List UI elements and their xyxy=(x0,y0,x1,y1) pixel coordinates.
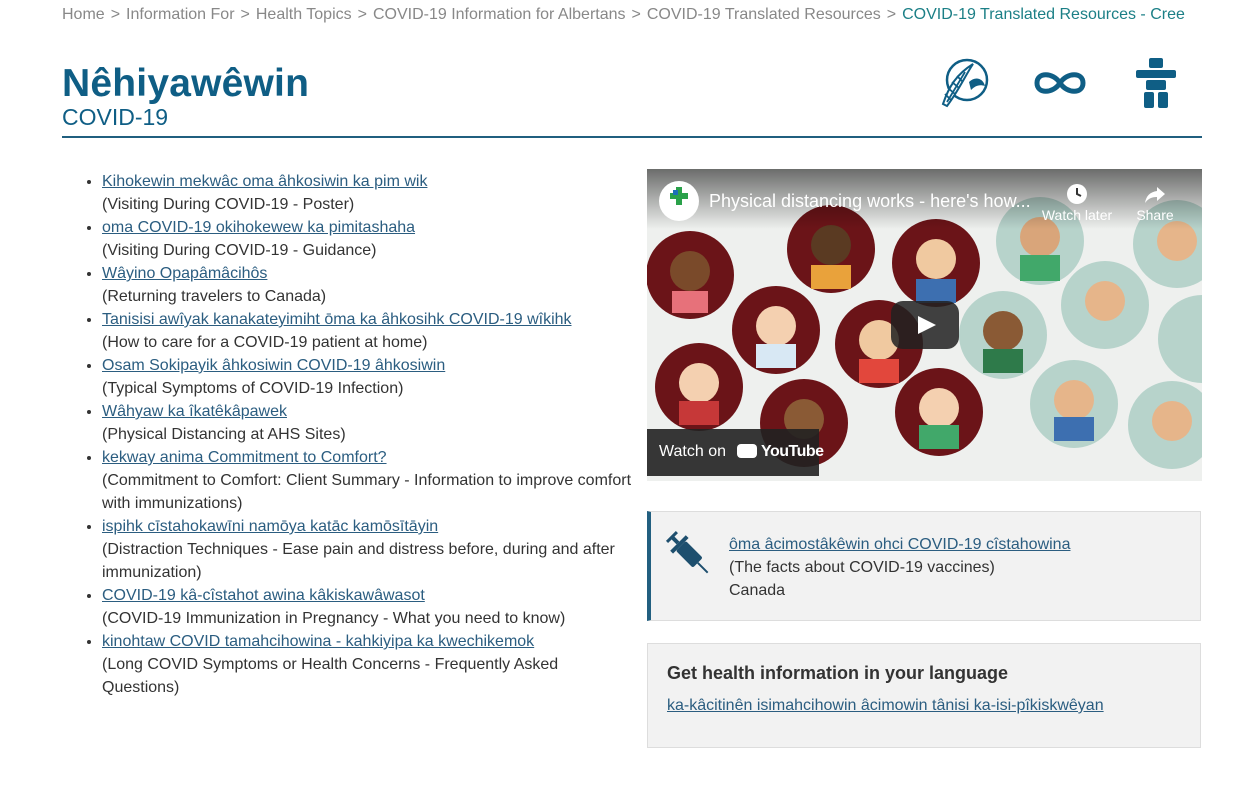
syringe-icon xyxy=(665,530,709,574)
breadcrumb-covid-info[interactable]: COVID-19 Information for Albertans xyxy=(373,6,626,23)
vaccine-facts-note: Canada xyxy=(729,582,786,599)
play-button[interactable] xyxy=(891,301,959,349)
breadcrumb-separator: > xyxy=(886,6,897,23)
eagle-feather-icon xyxy=(935,56,991,117)
resource-description: (Returning travelers to Canada) xyxy=(102,288,327,305)
page-title: Nêhiyawêwin xyxy=(62,62,310,105)
resource-link[interactable]: kinohtaw COVID tamahcihowina - kahkiyipa… xyxy=(102,633,534,650)
youtube-wordmark: YouTube xyxy=(761,443,824,460)
breadcrumb-separator: > xyxy=(631,6,641,23)
resource-link[interactable]: Wâyino Opapâmâcihôs xyxy=(102,265,267,282)
title-divider xyxy=(62,136,1202,138)
list-item: Osam Sokipayik âhkosiwin COVID-19 âhkosi… xyxy=(102,354,632,400)
list-item: COVID-19 kâ-cîstahot awina kâkiskawâwaso… xyxy=(102,584,632,630)
list-item: oma COVID-19 okihokewew ka pimitashaha (V… xyxy=(102,216,632,262)
youtube-logo-icon xyxy=(737,444,757,458)
list-item: ispihk cīstahokawīni namōya katāc kamōsī… xyxy=(102,515,632,584)
resource-description: (Commitment to Comfort: Client Summary -… xyxy=(102,472,632,512)
breadcrumb-separator: > xyxy=(240,6,250,23)
clock-icon xyxy=(1067,184,1087,204)
resource-description: (Distraction Techniques - Ease pain and … xyxy=(102,541,615,581)
language-info-box: Get health information in your language … xyxy=(647,643,1201,748)
breadcrumb-translated-resources[interactable]: COVID-19 Translated Resources xyxy=(647,6,881,23)
breadcrumb-home[interactable]: Home xyxy=(62,6,105,23)
resource-description: (Visiting During COVID-19 - Poster) xyxy=(102,196,355,213)
resource-link[interactable]: Wâhyaw ka îkatêkâpawek xyxy=(102,403,287,420)
vaccine-facts-description: (The facts about COVID-19 vaccines) xyxy=(729,559,995,576)
video-player[interactable]: Physical distancing works - here's how..… xyxy=(647,169,1202,481)
resource-description: (Physical Distancing at AHS Sites) xyxy=(102,426,346,443)
breadcrumb-separator: > xyxy=(110,6,121,23)
share-label: Share xyxy=(1136,207,1174,223)
watch-later-label: Watch later xyxy=(1041,207,1113,223)
breadcrumb-health-topics[interactable]: Health Topics xyxy=(256,6,352,23)
resource-link[interactable]: oma COVID-19 okihokewew ka pimitashaha xyxy=(102,219,415,236)
language-box-heading: Get health information in your language xyxy=(667,663,1009,683)
resource-link[interactable]: ispihk cīstahokawīni namōya katāc kamōsī… xyxy=(102,518,438,535)
list-item: kinohtaw COVID tamahcihowina - kahkiyipa… xyxy=(102,630,632,699)
list-item: Wâhyaw ka îkatêkâpawek (Physical Distanci… xyxy=(102,400,632,446)
list-item: kekway anima Commitment to Comfort? (Comm… xyxy=(102,446,632,515)
resource-link[interactable]: Osam Sokipayik âhkosiwin COVID-19 âhkosi… xyxy=(102,357,445,374)
resource-description: (Typical Symptoms of COVID-19 Infection) xyxy=(102,380,404,397)
list-item: Kihokewin mekwâc oma âhkosiwin ka pim wi… xyxy=(102,170,632,216)
resource-description: (COVID-19 Immunization in Pregnancy - Wh… xyxy=(102,610,566,627)
share-icon xyxy=(1145,187,1165,203)
resource-description: (Long COVID Symptoms or Health Concerns … xyxy=(102,656,559,696)
watch-on-label: Watch on xyxy=(659,443,726,460)
resource-description: (How to care for a COVID-19 patient at h… xyxy=(102,334,428,351)
breadcrumb-information-for[interactable]: Information For xyxy=(126,6,234,23)
vaccine-facts-link[interactable]: ôma âcimostâkêwin ohci COVID-19 cîstahow… xyxy=(729,536,1070,553)
resource-description: (Visiting During COVID-19 - Guidance) xyxy=(102,242,377,259)
channel-logo[interactable] xyxy=(659,181,699,221)
resource-link[interactable]: kekway anima Commitment to Comfort? xyxy=(102,449,387,466)
vaccine-callout: ôma âcimostâkêwin ohci COVID-19 cîstahow… xyxy=(647,511,1201,621)
resource-list: Kihokewin mekwâc oma âhkosiwin ka pim wi… xyxy=(62,170,632,699)
list-item: Tanisisi awîyak kanakateyimiht ōma ka âh… xyxy=(102,308,632,354)
video-title[interactable]: Physical distancing works - here's how..… xyxy=(709,191,1031,212)
infinity-icon xyxy=(1033,64,1087,107)
breadcrumb: Home > Information For > Health Topics > COVID… xyxy=(62,6,1185,24)
breadcrumb-separator: > xyxy=(357,6,367,23)
resource-link[interactable]: COVID-19 kâ-cîstahot awina kâkiskawâwaso… xyxy=(102,587,425,604)
share-button[interactable]: Share xyxy=(1135,183,1175,223)
language-box-link[interactable]: ka-kâcitinên isimahcihowin âcimowin tâni… xyxy=(667,697,1104,715)
inukshuk-icon xyxy=(1134,56,1178,113)
watch-on-youtube-button[interactable]: Watch on YouTube xyxy=(647,429,824,476)
breadcrumb-current: COVID-19 Translated Resources - Cree xyxy=(902,6,1185,23)
page-subtitle: COVID-19 xyxy=(62,104,169,130)
list-item: Wâyino Opapâmâcihôs (Returning travelers … xyxy=(102,262,632,308)
resource-link[interactable]: Tanisisi awîyak kanakateyimiht ōma ka âh… xyxy=(102,311,572,328)
watch-later-button[interactable]: Watch later xyxy=(1039,183,1115,223)
resource-link[interactable]: Kihokewin mekwâc oma âhkosiwin ka pim wi… xyxy=(102,173,427,190)
